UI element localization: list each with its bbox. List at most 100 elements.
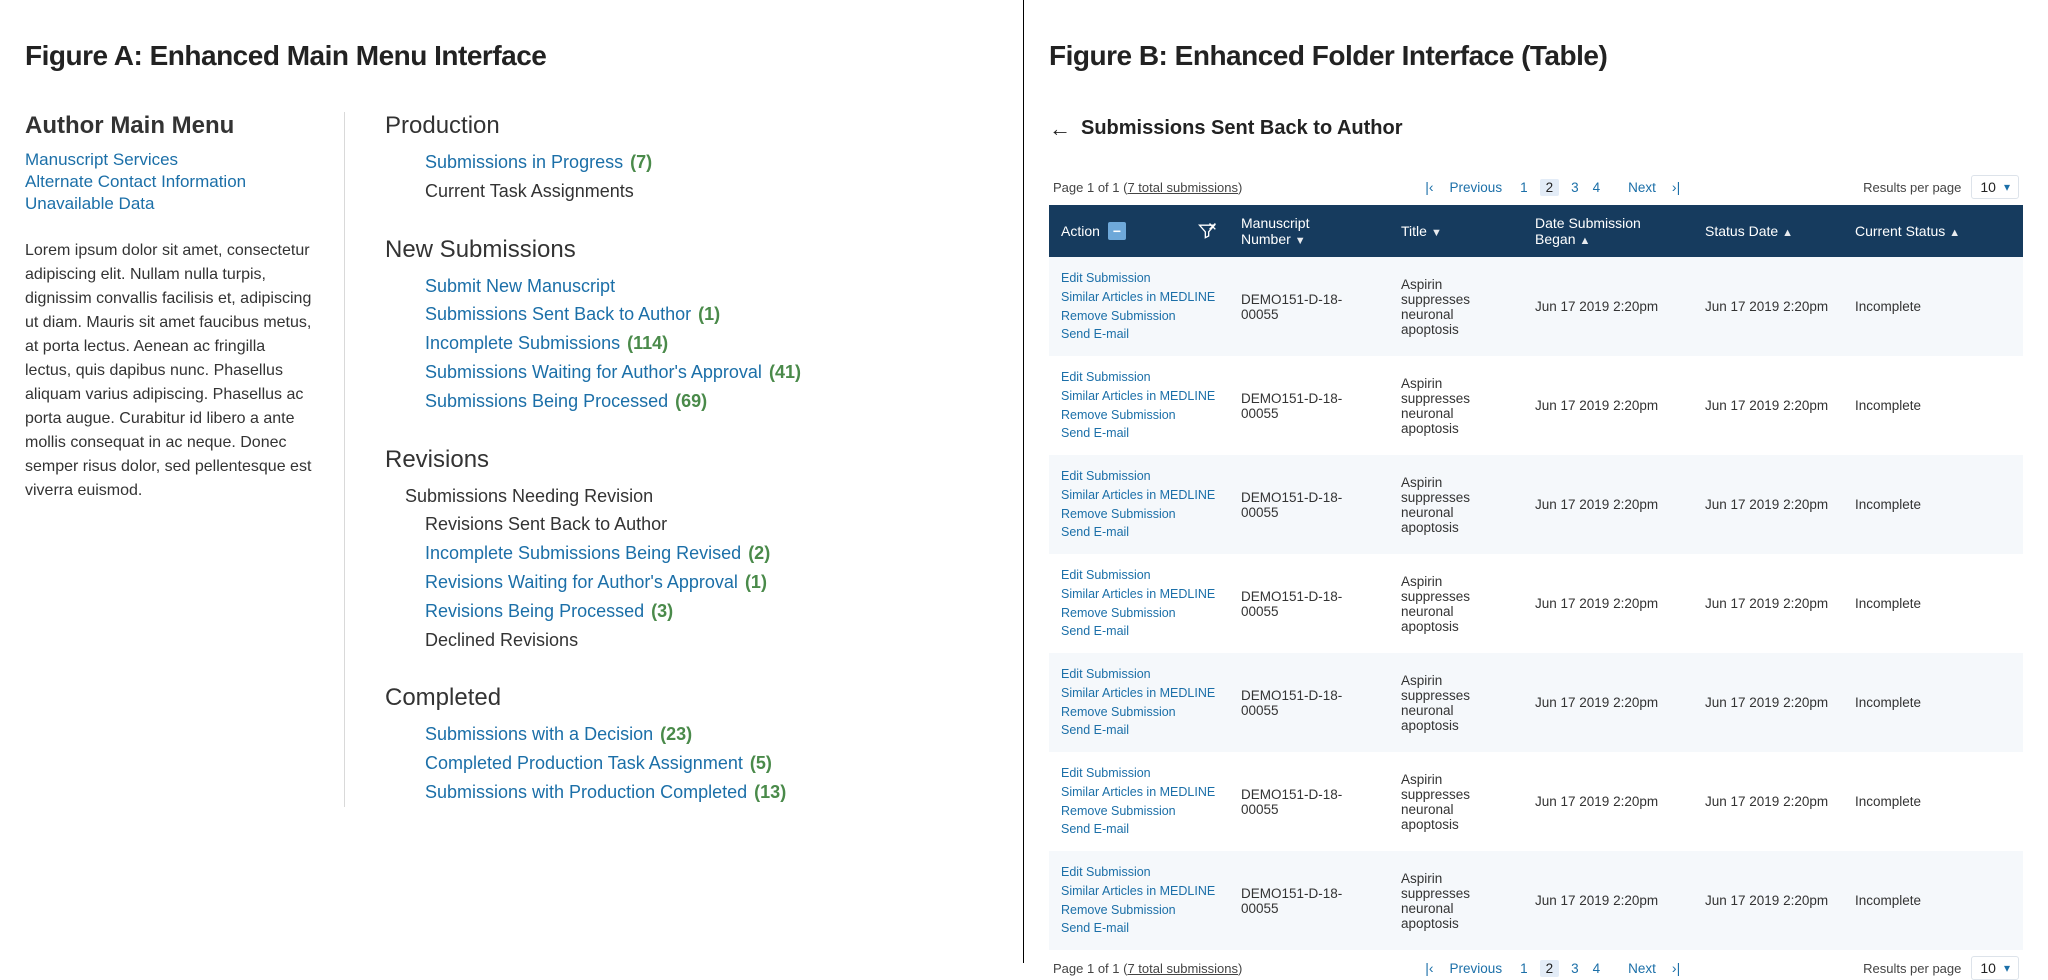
row-action-link[interactable]: Edit Submission — [1061, 269, 1217, 288]
chevron-down-icon: ▾ — [2004, 961, 2010, 975]
menu-item-label[interactable]: Submissions Waiting for Author's Approva… — [425, 362, 762, 382]
back-arrow-icon[interactable]: ← — [1049, 118, 1071, 140]
col-status-date-header[interactable]: Status Date▲ — [1693, 205, 1843, 257]
row-action-link[interactable]: Remove Submission — [1061, 703, 1217, 722]
pager-first-icon[interactable]: |‹ — [1425, 961, 1433, 975]
title-cell: Aspirin suppresses neuronal apoptosis — [1389, 554, 1523, 653]
revisions-subheading: Submissions Needing Revision — [405, 482, 801, 511]
row-action-link[interactable]: Edit Submission — [1061, 665, 1217, 684]
pager-last-icon[interactable]: ›| — [1672, 961, 1680, 975]
row-action-link[interactable]: Send E-mail — [1061, 919, 1217, 938]
menu-item-label[interactable]: Incomplete Submissions — [425, 333, 620, 353]
pager-page-number[interactable]: 3 — [1569, 180, 1581, 195]
row-action-link[interactable]: Similar Articles in MEDLINE — [1061, 684, 1217, 703]
menu-item-label[interactable]: Revisions Being Processed — [425, 601, 644, 621]
date-began-cell: Jun 17 2019 2:20pm — [1523, 653, 1693, 752]
row-action-link[interactable]: Edit Submission — [1061, 764, 1217, 783]
total-submissions-link[interactable]: 7 total submissions — [1127, 180, 1238, 195]
manuscript-number-cell: DEMO151-D-18-00055 — [1229, 455, 1389, 554]
menu-item[interactable]: Submissions Being Processed (69) — [425, 387, 801, 416]
menu-item-count: (1) — [698, 304, 720, 324]
pager-previous[interactable]: Previous — [1448, 180, 1505, 195]
pager-page-number[interactable]: 4 — [1591, 180, 1603, 195]
menu-item-count: (1) — [745, 572, 767, 592]
action-cell: Edit SubmissionSimilar Articles in MEDLI… — [1049, 455, 1229, 554]
menu-item-label[interactable]: Submissions in Progress — [425, 152, 623, 172]
row-action-link[interactable]: Remove Submission — [1061, 604, 1217, 623]
row-action-link[interactable]: Send E-mail — [1061, 820, 1217, 839]
menu-item[interactable]: Revisions Being Processed (3) — [425, 597, 801, 626]
status-date-cell: Jun 17 2019 2:20pm — [1693, 653, 1843, 752]
menu-item-label[interactable]: Completed Production Task Assignment — [425, 753, 743, 773]
pager-next[interactable]: Next — [1626, 180, 1658, 195]
menu-item-label[interactable]: Revisions Waiting for Author's Approval — [425, 572, 738, 592]
row-action-link[interactable]: Similar Articles in MEDLINE — [1061, 387, 1217, 406]
row-action-link[interactable]: Send E-mail — [1061, 325, 1217, 344]
menu-item[interactable]: Submissions Waiting for Author's Approva… — [425, 358, 801, 387]
row-action-link[interactable]: Remove Submission — [1061, 505, 1217, 524]
table-row: Edit SubmissionSimilar Articles in MEDLI… — [1049, 653, 2023, 752]
table-row: Edit SubmissionSimilar Articles in MEDLI… — [1049, 257, 2023, 356]
menu-item[interactable]: Revisions Waiting for Author's Approval … — [425, 568, 801, 597]
row-action-link[interactable]: Edit Submission — [1061, 368, 1217, 387]
results-per-page-select[interactable]: 10 ▾ — [1971, 175, 2019, 199]
menu-item-label[interactable]: Submissions Being Processed — [425, 391, 668, 411]
pager-first-icon[interactable]: |‹ — [1425, 180, 1433, 194]
date-began-cell: Jun 17 2019 2:20pm — [1523, 257, 1693, 356]
collapse-actions-icon[interactable] — [1108, 222, 1126, 240]
menu-item-label[interactable]: Submissions with Production Completed — [425, 782, 747, 802]
menu-item-label[interactable]: Submissions Sent Back to Author — [425, 304, 691, 324]
col-action-header[interactable]: Action — [1049, 205, 1229, 257]
menu-item[interactable]: Submissions with Production Completed (1… — [425, 778, 801, 807]
unavailable-data-link[interactable]: Unavailable Data — [25, 194, 314, 214]
table-row: Edit SubmissionSimilar Articles in MEDLI… — [1049, 851, 2023, 950]
figure-a-title: Figure A: Enhanced Main Menu Interface — [25, 40, 998, 72]
row-action-link[interactable]: Edit Submission — [1061, 467, 1217, 486]
pager-last-icon[interactable]: ›| — [1672, 180, 1680, 194]
alternate-contact-link[interactable]: Alternate Contact Information — [25, 172, 314, 192]
row-action-link[interactable]: Remove Submission — [1061, 802, 1217, 821]
row-action-link[interactable]: Edit Submission — [1061, 566, 1217, 585]
row-action-link[interactable]: Remove Submission — [1061, 307, 1217, 326]
menu-item-label[interactable]: Submit New Manuscript — [425, 276, 615, 296]
filter-clear-icon[interactable] — [1197, 221, 1217, 241]
manuscript-services-link[interactable]: Manuscript Services — [25, 150, 314, 170]
col-current-status-header[interactable]: Current Status▲ — [1843, 205, 2023, 257]
pager-page-number[interactable]: 1 — [1518, 180, 1530, 195]
row-action-link[interactable]: Send E-mail — [1061, 424, 1217, 443]
sort-desc-icon: ▼ — [1295, 235, 1306, 247]
row-action-link[interactable]: Similar Articles in MEDLINE — [1061, 783, 1217, 802]
row-action-link[interactable]: Similar Articles in MEDLINE — [1061, 288, 1217, 307]
row-action-link[interactable]: Send E-mail — [1061, 622, 1217, 641]
manuscript-number-cell: DEMO151-D-18-00055 — [1229, 752, 1389, 851]
menu-item[interactable]: Submit New Manuscript — [425, 272, 801, 301]
row-action-link[interactable]: Similar Articles in MEDLINE — [1061, 486, 1217, 505]
col-date-began-header[interactable]: Date Submission Began▲ — [1523, 205, 1693, 257]
menu-item[interactable]: Submissions Sent Back to Author (1) — [425, 300, 801, 329]
menu-item-label[interactable]: Submissions with a Decision — [425, 724, 653, 744]
row-action-link[interactable]: Similar Articles in MEDLINE — [1061, 882, 1217, 901]
menu-item[interactable]: Completed Production Task Assignment (5) — [425, 749, 801, 778]
row-action-link[interactable]: Remove Submission — [1061, 406, 1217, 425]
results-per-page-select-bottom[interactable]: 10 ▾ — [1971, 956, 2019, 980]
row-action-link[interactable]: Edit Submission — [1061, 863, 1217, 882]
pager-page-number[interactable]: 2 — [1540, 179, 1560, 196]
col-manuscript-number-header[interactable]: Manuscript Number▼ — [1229, 205, 1389, 257]
row-action-link[interactable]: Similar Articles in MEDLINE — [1061, 585, 1217, 604]
menu-item[interactable]: Incomplete Submissions Being Revised (2) — [425, 539, 801, 568]
menu-item[interactable]: Submissions with a Decision (23) — [425, 720, 801, 749]
col-title-header[interactable]: Title▼ — [1389, 205, 1523, 257]
pager-page-number[interactable]: 2 — [1540, 960, 1560, 977]
row-action-link[interactable]: Remove Submission — [1061, 901, 1217, 920]
menu-item-label[interactable]: Incomplete Submissions Being Revised — [425, 543, 741, 563]
sort-asc-icon: ▲ — [1579, 235, 1590, 247]
title-cell: Aspirin suppresses neuronal apoptosis — [1389, 851, 1523, 950]
current-status-cell: Incomplete — [1843, 653, 2023, 752]
menu-item[interactable]: Submissions in Progress (7) — [425, 148, 801, 177]
menu-item[interactable]: Incomplete Submissions (114) — [425, 329, 801, 358]
row-action-link[interactable]: Send E-mail — [1061, 721, 1217, 740]
row-action-link[interactable]: Send E-mail — [1061, 523, 1217, 542]
status-date-cell: Jun 17 2019 2:20pm — [1693, 356, 1843, 455]
menu-item-label: Current Task Assignments — [425, 181, 634, 201]
menu-item-count: (23) — [660, 724, 692, 744]
